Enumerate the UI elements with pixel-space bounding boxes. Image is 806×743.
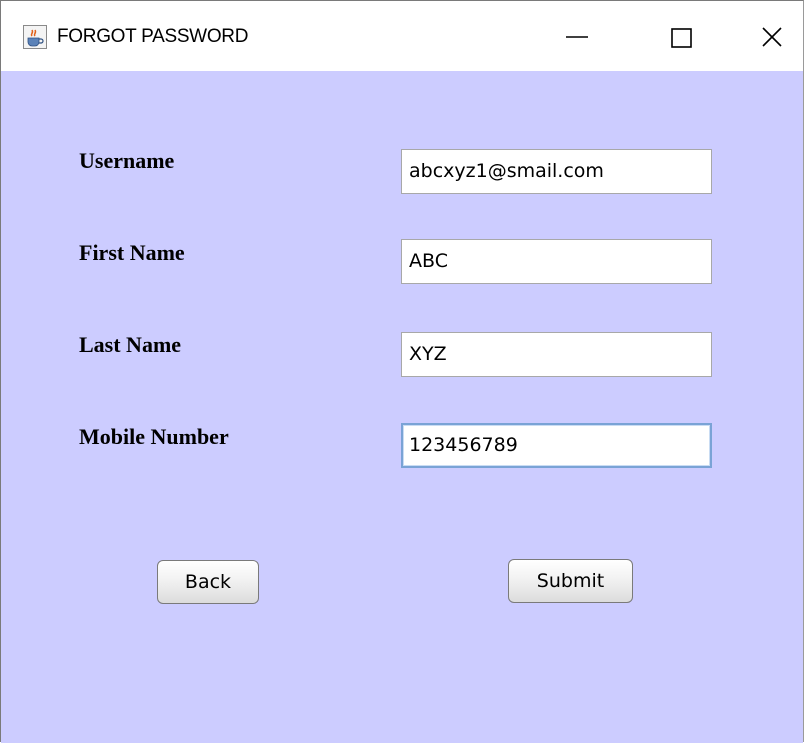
- minimize-icon[interactable]: [546, 11, 606, 63]
- last-name-field[interactable]: [401, 332, 712, 377]
- maximize-icon[interactable]: [651, 11, 711, 63]
- mobile-number-field[interactable]: [401, 423, 712, 468]
- username-field[interactable]: [401, 149, 712, 194]
- last-name-label: Last Name: [79, 332, 182, 357]
- forgot-password-window: FORGOT PASSWORD Username First Name Last…: [0, 0, 804, 743]
- close-icon[interactable]: [741, 11, 801, 63]
- java-cup-icon: [23, 25, 47, 49]
- window-title: FORGOT PASSWORD: [57, 26, 249, 47]
- first-name-label: First Name: [79, 240, 185, 265]
- username-label: Username: [79, 148, 175, 173]
- submit-button[interactable]: Submit: [508, 559, 633, 603]
- back-button[interactable]: Back: [157, 560, 259, 604]
- title-bar[interactable]: FORGOT PASSWORD: [1, 1, 803, 71]
- mobile-number-label: Mobile Number: [79, 424, 229, 449]
- first-name-field[interactable]: [401, 239, 712, 284]
- form-panel: Username First Name Last Name Mobile Num…: [1, 71, 803, 743]
